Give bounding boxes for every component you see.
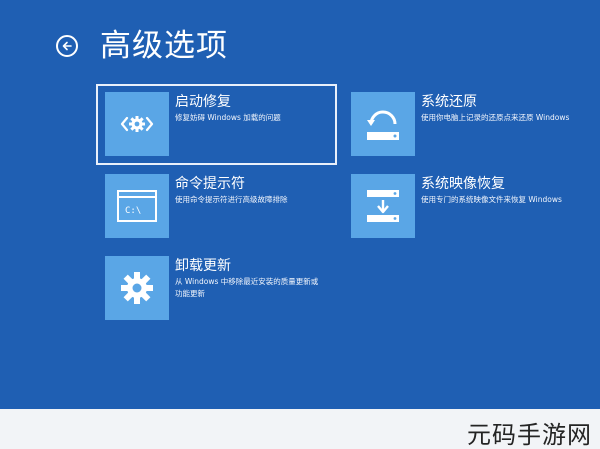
option-tile bbox=[105, 92, 169, 156]
option-text: 命令提示符 使用命令提示符进行高级故障排除 bbox=[175, 174, 325, 206]
option-system-restore[interactable]: 系统还原 使用你电脑上记录的还原点来还原 Windows bbox=[351, 92, 571, 158]
option-text: 系统映像恢复 使用专门的系统映像文件来恢复 Windows bbox=[421, 174, 571, 206]
option-text: 系统还原 使用你电脑上记录的还原点来还原 Windows bbox=[421, 92, 571, 124]
command-prompt-icon-text: C:\ bbox=[125, 206, 141, 216]
option-description: 使用专门的系统映像文件来恢复 Windows bbox=[421, 195, 562, 204]
option-text: 启动修复 修复妨碍 Windows 加载的问题 bbox=[175, 92, 325, 124]
option-tile bbox=[351, 174, 415, 238]
option-tile bbox=[105, 256, 169, 320]
option-title: 启动修复 bbox=[175, 94, 231, 110]
option-system-image-recovery[interactable]: 系统映像恢复 使用专门的系统映像文件来恢复 Windows bbox=[351, 174, 571, 240]
option-title: 系统还原 bbox=[421, 94, 477, 110]
option-title: 系统映像恢复 bbox=[421, 176, 505, 192]
option-description: 使用你电脑上记录的还原点来还原 Windows bbox=[421, 113, 570, 122]
advanced-options-screen: 高级选项 启动修复 修复妨碍 Windows 加载的问题 系统还原 使用你电脑上… bbox=[0, 0, 600, 449]
option-title: 命令提示符 bbox=[175, 176, 245, 192]
header: 高级选项 bbox=[56, 24, 228, 68]
page-title: 高级选项 bbox=[100, 28, 228, 64]
option-title: 卸载更新 bbox=[175, 258, 231, 274]
option-tile bbox=[351, 92, 415, 156]
option-tile: C:\ bbox=[105, 174, 169, 238]
back-button[interactable] bbox=[56, 35, 78, 57]
watermark: 元码手游网 bbox=[467, 421, 592, 449]
system-image-recovery-icon bbox=[367, 190, 399, 222]
system-restore-icon bbox=[367, 110, 399, 140]
arrow-left-icon bbox=[62, 41, 72, 51]
command-prompt-icon: C:\ bbox=[117, 190, 157, 222]
option-uninstall-updates[interactable]: 卸载更新 从 Windows 中移除最近安装的质量更新或功能更新 bbox=[105, 256, 335, 322]
option-startup-repair[interactable]: 启动修复 修复妨碍 Windows 加载的问题 bbox=[96, 84, 337, 165]
gear-icon bbox=[121, 272, 153, 304]
option-description: 使用命令提示符进行高级故障排除 bbox=[175, 195, 288, 204]
option-description: 从 Windows 中移除最近安装的质量更新或功能更新 bbox=[175, 277, 319, 298]
option-description: 修复妨碍 Windows 加载的问题 bbox=[175, 113, 281, 122]
option-text: 卸载更新 从 Windows 中移除最近安装的质量更新或功能更新 bbox=[175, 256, 325, 300]
option-command-prompt[interactable]: C:\ 命令提示符 使用命令提示符进行高级故障排除 bbox=[105, 174, 335, 240]
startup-repair-gear-icon bbox=[120, 116, 154, 132]
